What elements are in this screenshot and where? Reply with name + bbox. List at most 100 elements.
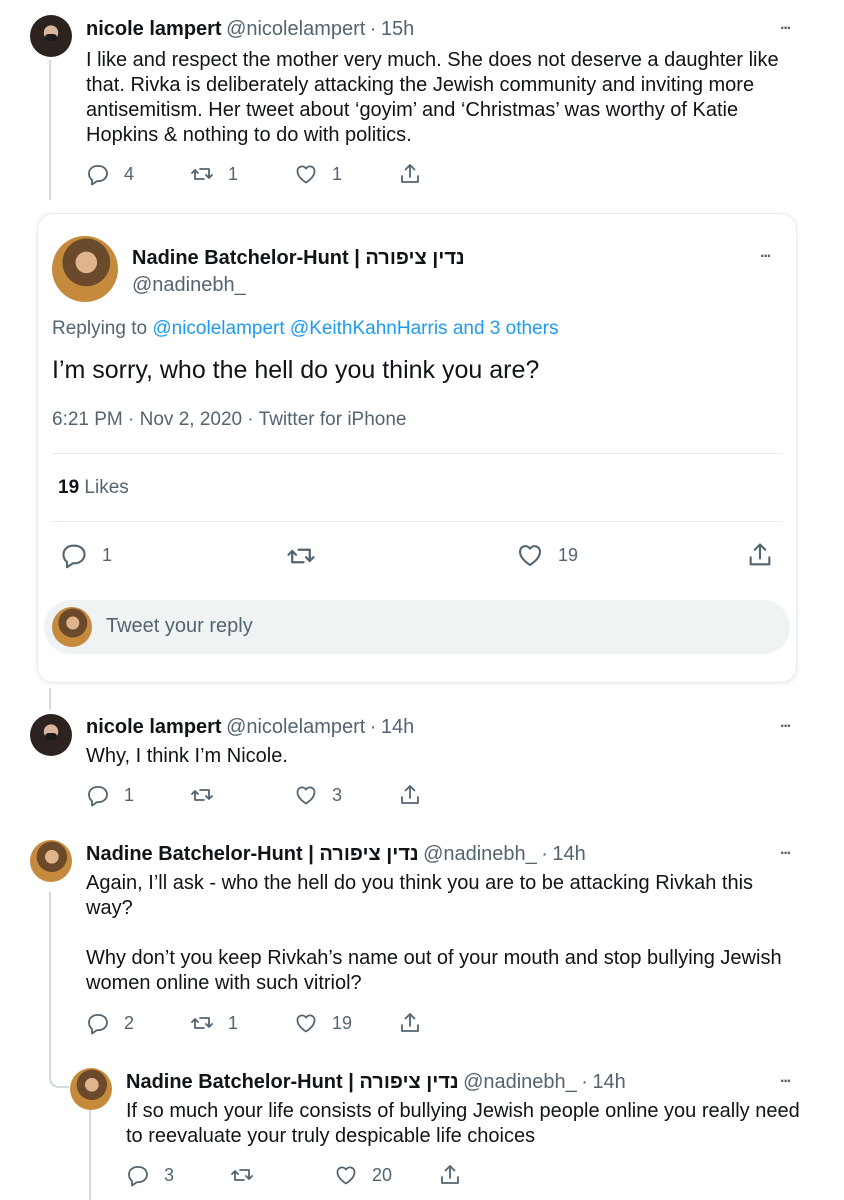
like-icon: [334, 1163, 358, 1187]
timestamp[interactable]: 14h: [552, 843, 585, 865]
share-button[interactable]: [398, 1011, 422, 1035]
reply-button[interactable]: 1: [60, 541, 112, 569]
tweet-header: nicole lampert @nicolelampert · 14h: [86, 716, 414, 739]
tweet-timestamp[interactable]: 6:21 PM · Nov 2, 2020 · Twitter for iPho…: [52, 409, 407, 431]
reply-button[interactable]: 2: [86, 1011, 134, 1035]
replying-to-links[interactable]: @nicolelampert @KeithKahnHarris and 3 ot…: [152, 318, 558, 339]
reply-composer[interactable]: Tweet your reply: [44, 600, 790, 654]
focused-tweet-card: Nadine Batchelor-Hunt | נדין ציפורה @nad…: [37, 213, 797, 683]
like-count: 1: [332, 163, 343, 184]
reply-button[interactable]: 1: [86, 783, 134, 807]
avatar[interactable]: [52, 236, 118, 302]
avatar: [52, 607, 92, 647]
likes-summary[interactable]: 19 Likes: [58, 477, 129, 499]
retweet-icon: [190, 1011, 214, 1035]
author-handle[interactable]: @nadinebh_: [132, 274, 246, 297]
retweet-icon: [190, 162, 214, 186]
like-button[interactable]: 19: [516, 541, 578, 569]
timestamp[interactable]: 14h: [381, 716, 414, 738]
reply-button[interactable]: 3: [126, 1163, 174, 1187]
tweet-header: Nadine Batchelor-Hunt | נדין ציפורה @nad…: [86, 843, 586, 866]
retweet-button[interactable]: 1: [190, 1011, 238, 1035]
timestamp[interactable]: 14h: [592, 1071, 625, 1093]
like-count: 3: [332, 784, 343, 805]
tweet-text: If so much your life consists of bullyin…: [126, 1100, 806, 1147]
retweet-button[interactable]: [230, 1163, 268, 1187]
like-icon: [294, 1011, 318, 1035]
divider: [52, 521, 782, 522]
retweet-count: 1: [228, 163, 239, 184]
likes-total: 19: [58, 477, 80, 498]
share-icon: [746, 541, 774, 569]
share-icon: [398, 162, 422, 186]
retweet-button[interactable]: [286, 541, 316, 571]
more-icon[interactable]: ···: [780, 718, 792, 736]
author-name[interactable]: Nadine Batchelor-Hunt | נדין ציפורה: [86, 843, 419, 865]
tweet-text: I’m sorry, who the hell do you think you…: [52, 356, 540, 384]
share-button[interactable]: [398, 162, 422, 186]
share-button[interactable]: [398, 783, 422, 807]
more-icon[interactable]: ···: [780, 20, 792, 38]
author-handle[interactable]: @nadinebh_: [423, 843, 537, 865]
replying-to: Replying to @nicolelampert @KeithKahnHar…: [52, 318, 558, 340]
author-name[interactable]: Nadine Batchelor-Hunt | נדין ציפורה: [126, 1071, 459, 1093]
divider: [52, 453, 782, 454]
more-icon[interactable]: ···: [780, 845, 792, 863]
reply-icon: [86, 162, 110, 186]
retweet-button[interactable]: [190, 783, 228, 807]
author-handle[interactable]: @nadinebh_: [463, 1071, 577, 1093]
thread-line-middle: [49, 688, 51, 710]
reply-count: 1: [102, 544, 113, 565]
tweet-header: nicole lampert @nicolelampert · 15h: [86, 18, 414, 41]
share-icon: [398, 783, 422, 807]
separator: ·: [581, 1071, 588, 1093]
reply-button[interactable]: 4: [86, 162, 134, 186]
author-name[interactable]: nicole lampert: [86, 18, 222, 40]
reply-icon: [86, 1011, 110, 1035]
tweet-text: I like and respect the mother very much.…: [86, 49, 785, 146]
retweet-button[interactable]: 1: [190, 162, 238, 186]
avatar[interactable]: [70, 1068, 112, 1110]
tweet-header: Nadine Batchelor-Hunt | נדין ציפורה @nad…: [126, 1071, 626, 1094]
author-name[interactable]: Nadine Batchelor-Hunt | נדין ציפורה: [132, 247, 465, 270]
like-icon: [294, 783, 318, 807]
reply-icon: [86, 783, 110, 807]
more-icon[interactable]: ···: [760, 248, 772, 266]
thread-line-tail: [89, 1110, 91, 1200]
avatar[interactable]: [30, 15, 72, 57]
author-name[interactable]: nicole lampert: [86, 716, 222, 738]
share-icon: [438, 1163, 462, 1187]
thread-line-top: [49, 60, 51, 200]
like-icon: [294, 162, 318, 186]
reply-icon: [126, 1163, 150, 1187]
like-button[interactable]: 3: [294, 783, 342, 807]
separator: ·: [369, 18, 377, 40]
retweet-icon: [190, 783, 214, 807]
avatar[interactable]: [30, 714, 72, 756]
author-handle[interactable]: @nicolelampert: [226, 716, 365, 738]
likes-label: Likes: [84, 477, 129, 498]
like-count: 19: [558, 544, 579, 565]
reply-count: 4: [124, 163, 135, 184]
author-handle[interactable]: @nicolelampert: [226, 18, 365, 40]
avatar[interactable]: [30, 840, 72, 882]
like-button[interactable]: 19: [294, 1011, 352, 1035]
share-button[interactable]: [438, 1163, 462, 1187]
reply-count: 2: [124, 1012, 135, 1033]
reply-count: 3: [164, 1164, 175, 1185]
separator: ·: [541, 843, 548, 865]
thread-line-bottom: [49, 892, 51, 1077]
separator: ·: [369, 716, 377, 738]
like-count: 19: [332, 1012, 353, 1033]
tweet-text: Why, I think I’m Nicole.: [86, 745, 288, 767]
like-button[interactable]: 20: [334, 1163, 392, 1187]
retweet-icon: [230, 1163, 254, 1187]
timestamp[interactable]: 15h: [381, 18, 414, 40]
more-icon[interactable]: ···: [780, 1073, 792, 1091]
share-icon: [398, 1011, 422, 1035]
share-button[interactable]: [746, 541, 774, 569]
thread-connector: [49, 1068, 69, 1088]
reply-input[interactable]: Tweet your reply: [106, 615, 253, 638]
like-button[interactable]: 1: [294, 162, 342, 186]
reply-icon: [60, 541, 88, 569]
